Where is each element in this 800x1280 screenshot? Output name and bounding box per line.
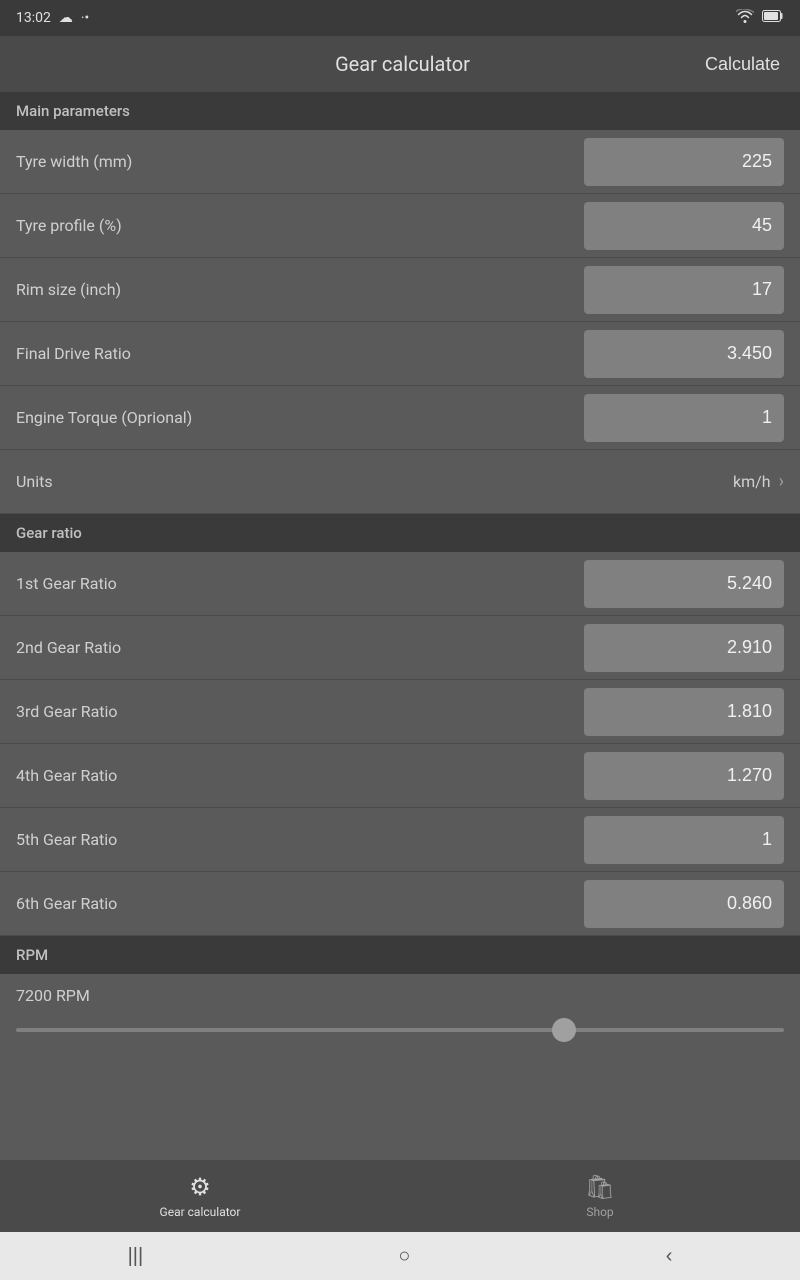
calculate-button[interactable]: Calculate bbox=[705, 54, 780, 75]
nav-shop[interactable]: 🛍 Shop bbox=[400, 1173, 800, 1219]
gear-ratio-input-6[interactable] bbox=[584, 880, 784, 928]
gear-ratio-label-4: 4th Gear Ratio bbox=[16, 766, 584, 785]
gear-ratio-row-3: 3rd Gear Ratio bbox=[0, 680, 800, 744]
gear-ratio-row-6: 6th Gear Ratio bbox=[0, 872, 800, 936]
app-bar: Gear calculator Calculate bbox=[0, 36, 800, 92]
system-back-button[interactable]: ‹ bbox=[636, 1245, 703, 1268]
wifi-icon bbox=[736, 9, 754, 27]
bottom-nav: ⚙ Gear calculator 🛍 Shop bbox=[0, 1160, 800, 1232]
rim-size-row: Rim size (inch) bbox=[0, 258, 800, 322]
final-drive-ratio-row: Final Drive Ratio bbox=[0, 322, 800, 386]
gear-ratio-row-1: 1st Gear Ratio bbox=[0, 552, 800, 616]
tyre-width-label: Tyre width (mm) bbox=[16, 152, 584, 171]
gear-ratio-row-4: 4th Gear Ratio bbox=[0, 744, 800, 808]
rim-size-label: Rim size (inch) bbox=[16, 280, 584, 299]
shop-icon: 🛍 bbox=[585, 1173, 615, 1201]
main-params-header: Main parameters bbox=[0, 92, 800, 130]
gear-ratio-rows: 1st Gear Ratio 2nd Gear Ratio 3rd Gear Rat… bbox=[0, 552, 800, 936]
gear-ratio-input-1[interactable] bbox=[584, 560, 784, 608]
rpm-slider-row bbox=[0, 1009, 800, 1052]
tyre-profile-label: Tyre profile (%) bbox=[16, 216, 584, 235]
gear-ratio-row-2: 2nd Gear Ratio bbox=[0, 616, 800, 680]
engine-torque-row: Engine Torque (Oprional) bbox=[0, 386, 800, 450]
rim-size-input[interactable] bbox=[584, 266, 784, 314]
gear-ratio-label-2: 2nd Gear Ratio bbox=[16, 638, 584, 657]
units-row[interactable]: Units km/h › bbox=[0, 450, 800, 514]
status-bar: 13:02 ☁ ·• bbox=[0, 0, 800, 36]
tyre-profile-row: Tyre profile (%) bbox=[0, 194, 800, 258]
nav-gear-calculator[interactable]: ⚙ Gear calculator bbox=[0, 1173, 400, 1219]
system-home-button[interactable]: ○ bbox=[368, 1245, 440, 1268]
nav-shop-label: Shop bbox=[586, 1205, 613, 1219]
tyre-width-input[interactable] bbox=[584, 138, 784, 186]
tyre-profile-input[interactable] bbox=[584, 202, 784, 250]
signal-icon: ·• bbox=[81, 10, 89, 26]
engine-torque-label: Engine Torque (Oprional) bbox=[16, 408, 584, 427]
rpm-value: 7200 RPM bbox=[16, 986, 90, 1005]
rpm-slider[interactable] bbox=[16, 1028, 784, 1032]
status-right bbox=[736, 9, 784, 27]
main-content: Main parameters Tyre width (mm) Tyre pro… bbox=[0, 92, 800, 1160]
units-value: km/h bbox=[733, 472, 771, 491]
gear-ratio-label-1: 1st Gear Ratio bbox=[16, 574, 584, 593]
system-menu-button[interactable]: ||| bbox=[98, 1245, 174, 1268]
status-left: 13:02 ☁ ·• bbox=[16, 10, 89, 26]
engine-torque-input[interactable] bbox=[584, 394, 784, 442]
gear-ratio-input-3[interactable] bbox=[584, 688, 784, 736]
rpm-header: RPM bbox=[0, 936, 800, 974]
app-title: Gear calculator bbox=[335, 52, 470, 76]
gear-ratio-label-3: 3rd Gear Ratio bbox=[16, 702, 584, 721]
gear-ratio-label-5: 5th Gear Ratio bbox=[16, 830, 584, 849]
gear-ratio-input-2[interactable] bbox=[584, 624, 784, 672]
final-drive-ratio-input[interactable] bbox=[584, 330, 784, 378]
rpm-value-row: 7200 RPM bbox=[0, 974, 800, 1009]
gear-calculator-icon: ⚙ bbox=[189, 1173, 211, 1201]
gear-ratio-input-5[interactable] bbox=[584, 816, 784, 864]
gear-ratio-label-6: 6th Gear Ratio bbox=[16, 894, 584, 913]
system-nav: ||| ○ ‹ bbox=[0, 1232, 800, 1280]
final-drive-ratio-label: Final Drive Ratio bbox=[16, 344, 584, 363]
tyre-width-row: Tyre width (mm) bbox=[0, 130, 800, 194]
nav-gear-label: Gear calculator bbox=[160, 1205, 241, 1219]
gear-ratio-header: Gear ratio bbox=[0, 514, 800, 552]
gear-ratio-input-4[interactable] bbox=[584, 752, 784, 800]
units-chevron-icon: › bbox=[779, 471, 784, 492]
units-label: Units bbox=[16, 472, 733, 491]
battery-icon bbox=[762, 10, 784, 26]
gear-ratio-row-5: 5th Gear Ratio bbox=[0, 808, 800, 872]
cloud-icon: ☁ bbox=[59, 10, 73, 26]
time-display: 13:02 bbox=[16, 10, 51, 26]
